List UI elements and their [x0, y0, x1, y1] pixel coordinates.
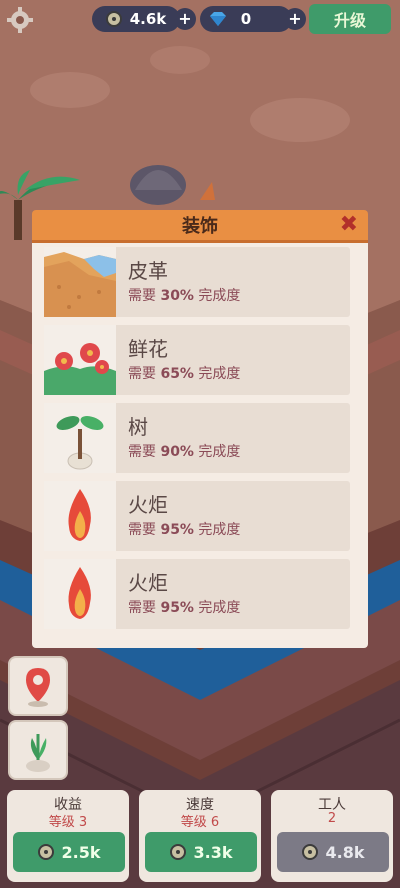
req-suffix: 完成度 — [198, 600, 241, 616]
add-coins-button[interactable]: + — [174, 8, 196, 30]
modal-header: 装饰 ✖ — [32, 210, 368, 243]
item-name: 树 — [128, 415, 148, 439]
coin-counter: 4.6k — [92, 6, 180, 32]
coin-icon — [301, 844, 318, 860]
decoration-item-torch[interactable]: 火炬 需要 95% 完成度 — [44, 481, 350, 551]
req-prefix: 需要 — [128, 366, 156, 382]
workers-cost: 4.8k — [325, 842, 365, 862]
coin-icon — [37, 844, 54, 860]
income-upgrade-button[interactable]: 2.5k — [13, 832, 125, 872]
req-percent: 90% — [160, 444, 194, 460]
item-requirement: 需要 95% 完成度 — [128, 597, 240, 617]
speed-level: 等级 6 — [180, 815, 220, 830]
req-suffix: 完成度 — [198, 522, 241, 538]
item-name: 火炬 — [128, 571, 168, 595]
close-icon[interactable]: ✖ — [340, 212, 358, 237]
income-level: 等级 3 — [48, 815, 88, 830]
req-prefix: 需要 — [128, 600, 156, 616]
speed-cost: 3.3k — [193, 842, 233, 862]
top-hud: 4.6k + 0 + 升级 — [0, 0, 400, 40]
req-percent: 30% — [160, 288, 194, 304]
item-name: 鲜花 — [128, 337, 168, 361]
item-name: 火炬 — [128, 493, 168, 517]
settings-gear-icon[interactable] — [6, 6, 34, 34]
income-cost: 2.5k — [61, 842, 101, 862]
gem-amount: 0 — [240, 10, 252, 28]
income-panel: 收益 等级 3 2.5k — [7, 790, 129, 882]
decoration-plant-button[interactable] — [8, 720, 68, 780]
req-prefix: 需要 — [128, 288, 156, 304]
req-percent: 95% — [160, 600, 194, 616]
req-percent: 65% — [160, 366, 194, 382]
req-suffix: 完成度 — [198, 444, 241, 460]
torch-icon — [44, 481, 116, 551]
decoration-list: 皮革 需要 30% 完成度 鲜花 需要 65% 完成度 树 需要 90% 完成度… — [32, 243, 368, 648]
map-pin-icon — [26, 668, 50, 707]
item-requirement: 需要 95% 完成度 — [128, 519, 240, 539]
speed-upgrade-button[interactable]: 3.3k — [145, 832, 257, 872]
decoration-item-torch[interactable]: 火炬 需要 95% 完成度 — [44, 559, 350, 629]
torch-icon — [44, 559, 116, 629]
item-name: 皮革 — [128, 259, 168, 283]
flower-icon — [44, 325, 116, 395]
decoration-item-tree[interactable]: 树 需要 90% 完成度 — [44, 403, 350, 473]
item-requirement: 需要 90% 完成度 — [128, 441, 240, 461]
item-requirement: 需要 65% 完成度 — [128, 363, 240, 383]
coin-icon — [169, 844, 186, 860]
workers-hire-button[interactable]: 4.8k — [277, 832, 389, 872]
leather-icon — [44, 247, 116, 317]
req-suffix: 完成度 — [198, 366, 241, 382]
req-percent: 95% — [160, 522, 194, 538]
speed-panel: 速度 等级 6 3.3k — [139, 790, 261, 882]
workers-panel: 工人 2 4.8k — [271, 790, 393, 882]
add-gems-button[interactable]: + — [284, 8, 306, 30]
req-prefix: 需要 — [128, 522, 156, 538]
req-prefix: 需要 — [128, 444, 156, 460]
upgrade-button[interactable]: 升级 — [309, 4, 391, 34]
modal-title: 装饰 — [182, 216, 218, 237]
item-requirement: 需要 30% 完成度 — [128, 285, 240, 305]
potted-plant-icon — [26, 734, 50, 772]
coin-amount: 4.6k — [129, 10, 167, 28]
workers-count: 2 — [327, 811, 337, 826]
req-suffix: 完成度 — [198, 288, 241, 304]
gem-counter: 0 — [200, 6, 292, 32]
tree-icon — [44, 403, 116, 473]
decoration-item-leather[interactable]: 皮革 需要 30% 完成度 — [44, 247, 350, 317]
decoration-item-flowers[interactable]: 鲜花 需要 65% 完成度 — [44, 325, 350, 395]
decoration-modal: 装饰 ✖ 皮革 需要 30% 完成度 鲜花 需要 65% 完成度 树 需要 90… — [32, 210, 368, 648]
coin-icon — [105, 11, 122, 27]
map-pin-button[interactable] — [8, 656, 68, 716]
diamond-icon — [210, 12, 226, 26]
